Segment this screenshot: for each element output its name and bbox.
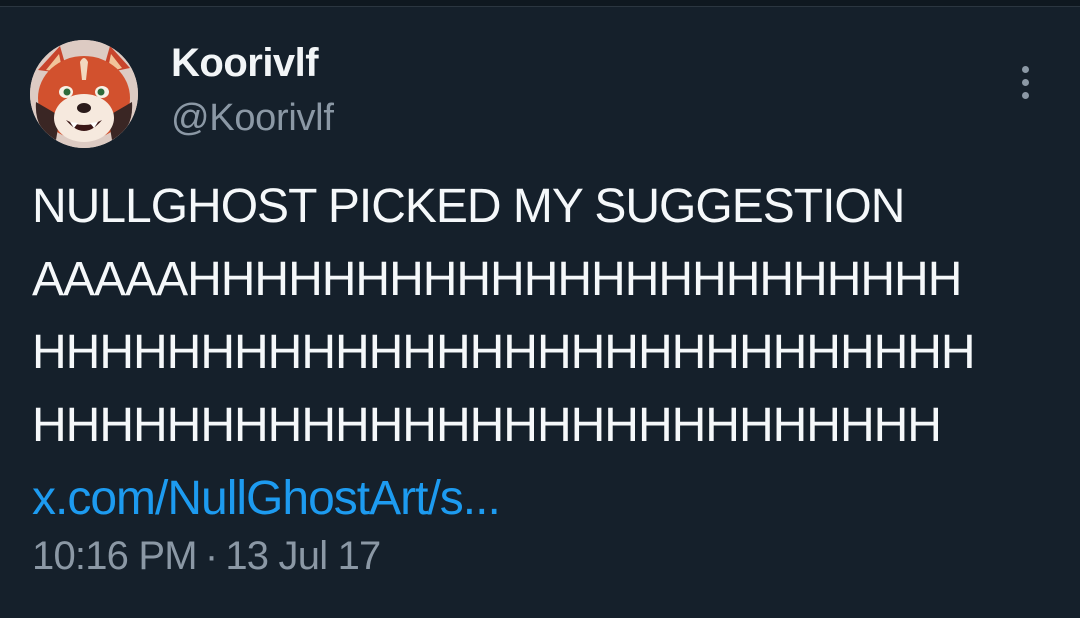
tweet-timestamp[interactable]: 10:16 PM · 13 Jul 17 bbox=[32, 532, 381, 580]
author-display-name[interactable]: Koorivlf bbox=[171, 40, 319, 86]
tweet-text-line: AAAAAHHHHHHHHHHHHHHHHHHHHHHH bbox=[32, 253, 962, 306]
more-vertical-icon bbox=[1022, 66, 1029, 73]
tweet-link[interactable]: x.com/NullGhostArt/s... bbox=[32, 462, 1062, 535]
tweet-text: NULLGHOST PICKED MY SUGGESTION AAAAAHHHH… bbox=[32, 170, 1062, 535]
avatar[interactable] bbox=[30, 40, 138, 148]
more-vertical-icon-dot bbox=[1022, 92, 1029, 99]
author-handle[interactable]: @Koorivlf bbox=[171, 96, 334, 140]
tweet-text-line: NULLGHOST PICKED MY SUGGESTION bbox=[32, 180, 905, 233]
top-divider bbox=[0, 0, 1080, 7]
tweet-card: Koorivlf @Koorivlf NULLGHOST PICKED MY S… bbox=[0, 0, 1080, 618]
tweet-text-line: HHHHHHHHHHHHHHHHHHHHHHHHHHH bbox=[32, 399, 942, 452]
meta-separator: · bbox=[204, 534, 218, 578]
fox-avatar-icon bbox=[30, 40, 138, 148]
tweet-date: 13 Jul 17 bbox=[225, 534, 381, 578]
tweet-text-line: HHHHHHHHHHHHHHHHHHHHHHHHHHHH bbox=[32, 326, 976, 379]
tweet-time: 10:16 PM bbox=[32, 534, 198, 578]
more-vertical-icon-dot bbox=[1022, 79, 1029, 86]
more-options-button[interactable] bbox=[1006, 60, 1046, 104]
